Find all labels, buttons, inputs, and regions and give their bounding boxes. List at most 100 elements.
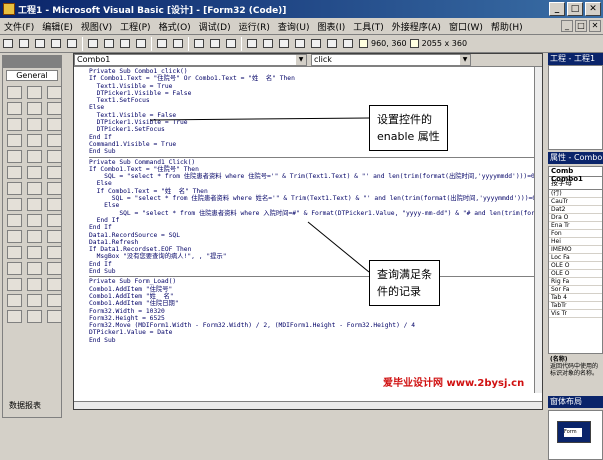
commandbutton-tool-icon[interactable] (47, 102, 62, 115)
activex-tool-icon-1[interactable] (7, 198, 22, 211)
find-icon[interactable] (133, 37, 148, 51)
menu-help[interactable]: 帮助(H) (487, 20, 527, 33)
object-combo[interactable]: Combo1 (74, 54, 307, 66)
code-text[interactable]: Private Sub Combo1_click() If Combo1.Text… (74, 67, 542, 403)
drivelistbox-tool-icon[interactable] (27, 150, 42, 163)
project-explorer-icon[interactable] (244, 37, 259, 51)
object-browser-icon[interactable] (292, 37, 307, 51)
menu-edit[interactable]: 编辑(E) (38, 20, 77, 33)
activex-tool-icon-2[interactable] (27, 198, 42, 211)
combobox-tool-icon[interactable] (47, 118, 62, 131)
property-row[interactable]: Fon (549, 230, 602, 238)
activex-tool-icon-11[interactable] (27, 246, 42, 259)
frame-tool-icon[interactable] (27, 102, 42, 115)
vscrollbar-tool-icon[interactable] (47, 134, 62, 147)
dirlistbox-tool-icon[interactable] (47, 150, 62, 163)
activex-tool-icon-16[interactable] (7, 278, 22, 291)
ole-tool-icon[interactable] (47, 182, 62, 195)
redo-icon[interactable] (170, 37, 185, 51)
minimize-button[interactable]: _ (549, 2, 565, 16)
activex-tool-icon-21[interactable] (47, 294, 62, 307)
listbox-tool-icon[interactable] (7, 134, 22, 147)
property-row[interactable]: Tab 4 (549, 294, 602, 302)
menu-addins[interactable]: 外接程序(A) (388, 20, 445, 33)
cut-icon[interactable] (85, 37, 100, 51)
property-row[interactable]: Hei (549, 238, 602, 246)
image-tool-icon[interactable] (7, 182, 22, 195)
property-row[interactable]: Dat2 (549, 206, 602, 214)
close-button[interactable]: ✕ (585, 2, 601, 16)
property-row[interactable]: CauTr (549, 198, 602, 206)
checkbox-tool-icon[interactable] (7, 118, 22, 131)
menu-editor-icon[interactable] (32, 37, 47, 51)
activex-tool-icon-7[interactable] (7, 230, 22, 243)
activex-tool-icon-5[interactable] (27, 214, 42, 227)
copy-icon[interactable] (101, 37, 116, 51)
properties-object-combo[interactable]: Comb Combo1 (549, 167, 602, 183)
menu-format[interactable]: 格式(O) (155, 20, 195, 33)
start-icon[interactable] (191, 37, 206, 51)
toolbox-tab-datareport[interactable]: 数据报表 (9, 400, 41, 411)
property-row[interactable]: Vis Tr (549, 310, 602, 318)
menu-diagram[interactable]: 图表(I) (314, 20, 350, 33)
textbox-tool-icon[interactable] (7, 102, 22, 115)
activex-tool-icon-9[interactable] (47, 230, 62, 243)
break-icon[interactable] (207, 37, 222, 51)
activex-tool-icon-17[interactable] (27, 278, 42, 291)
project-explorer[interactable] (548, 65, 603, 150)
hscrollbar-tool-icon[interactable] (27, 134, 42, 147)
activex-tool-icon-15[interactable] (47, 262, 62, 275)
activex-tool-icon-8[interactable] (27, 230, 42, 243)
activex-tool-icon-22[interactable] (7, 310, 22, 323)
property-row[interactable]: Sor Fa (549, 286, 602, 294)
property-row[interactable]: OLE O (549, 262, 602, 270)
mdi-minimize-button[interactable]: _ (561, 20, 573, 32)
activex-tool-icon-19[interactable] (7, 294, 22, 307)
form-layout-icon[interactable] (276, 37, 291, 51)
property-row[interactable]: Dra O (549, 214, 602, 222)
property-row[interactable]: Loc Fa (549, 254, 602, 262)
activex-tool-icon-23[interactable] (27, 310, 42, 323)
toolbox-icon[interactable] (308, 37, 323, 51)
activex-tool-icon-3[interactable] (47, 198, 62, 211)
activex-tool-icon-14[interactable] (27, 262, 42, 275)
form-thumbnail[interactable]: Form (564, 428, 582, 437)
menu-project[interactable]: 工程(P) (116, 20, 154, 33)
end-icon[interactable] (223, 37, 238, 51)
property-row[interactable]: Rig Fa (549, 278, 602, 286)
maximize-button[interactable]: □ (567, 2, 583, 16)
mdi-restore-button[interactable]: □ (575, 20, 587, 32)
horizontal-scrollbar[interactable] (74, 401, 542, 409)
toolbox-tab-general[interactable]: General (6, 70, 58, 81)
shape-tool-icon[interactable] (27, 166, 42, 179)
activex-tool-icon-20[interactable] (27, 294, 42, 307)
timer-tool-icon[interactable] (7, 150, 22, 163)
paste-icon[interactable] (117, 37, 132, 51)
property-row[interactable]: TabTr (549, 302, 602, 310)
data-view-icon[interactable] (324, 37, 339, 51)
activex-tool-icon-4[interactable] (7, 214, 22, 227)
save-icon[interactable] (64, 37, 79, 51)
property-row[interactable]: OLE O (549, 270, 602, 278)
filelistbox-tool-icon[interactable] (7, 166, 22, 179)
undo-icon[interactable] (154, 37, 169, 51)
line-tool-icon[interactable] (47, 166, 62, 179)
properties-icon[interactable] (260, 37, 275, 51)
mdi-close-button[interactable]: ✕ (589, 20, 601, 32)
activex-tool-icon-24[interactable] (47, 310, 62, 323)
menu-query[interactable]: 查询(U) (274, 20, 314, 33)
data-tool-icon[interactable] (27, 182, 42, 195)
procedure-combo[interactable]: click (311, 54, 471, 66)
property-row[interactable]: Ena Tr (549, 222, 602, 230)
menu-window[interactable]: 窗口(W) (445, 20, 487, 33)
component-manager-icon[interactable] (340, 37, 355, 51)
activex-tool-icon-12[interactable] (47, 246, 62, 259)
property-row[interactable]: (行) (549, 190, 602, 198)
menu-run[interactable]: 运行(R) (235, 20, 274, 33)
menu-view[interactable]: 视图(V) (77, 20, 116, 33)
activex-tool-icon-13[interactable] (7, 262, 22, 275)
add-form-icon[interactable] (16, 37, 31, 51)
vertical-scrollbar[interactable] (534, 67, 542, 393)
picturebox-tool-icon[interactable] (27, 86, 42, 99)
open-icon[interactable] (48, 37, 63, 51)
